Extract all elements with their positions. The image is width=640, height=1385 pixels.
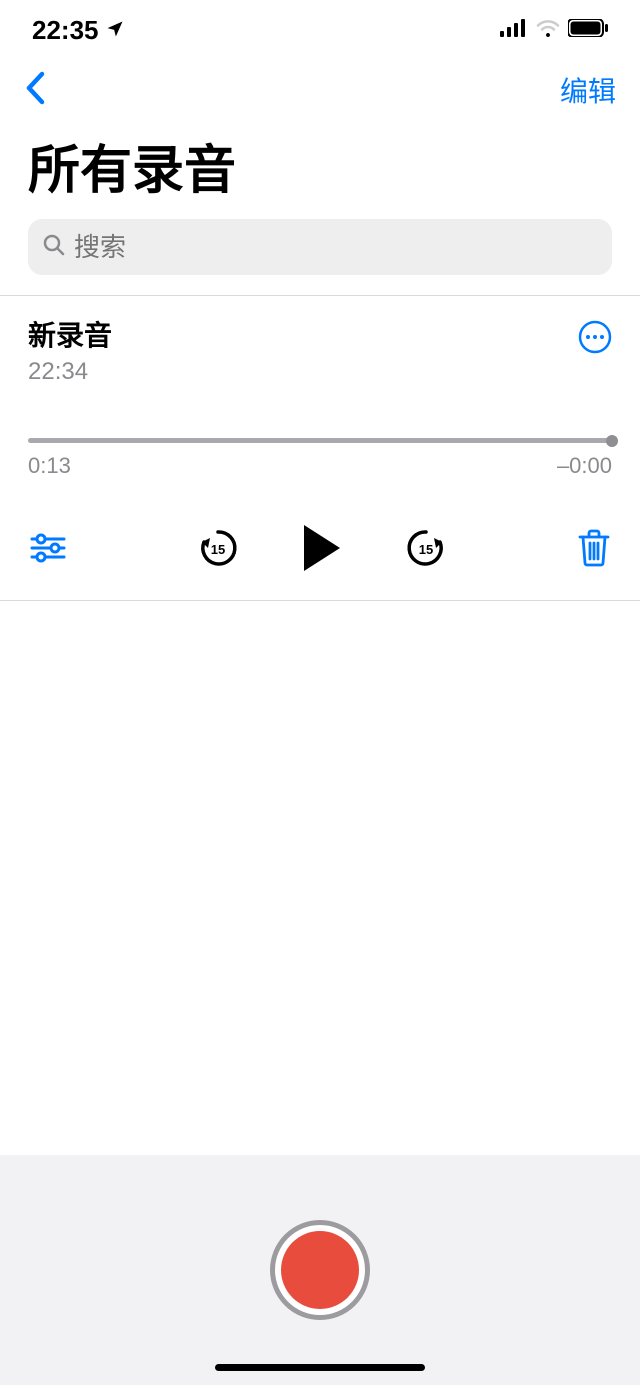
status-time: 22:35 bbox=[32, 15, 99, 46]
cellular-icon bbox=[500, 19, 528, 42]
svg-text:15: 15 bbox=[211, 542, 225, 557]
nav-bar: 编辑 bbox=[0, 60, 640, 120]
play-button[interactable] bbox=[300, 523, 344, 578]
recording-item[interactable]: 新录音 22:34 0:13 –0:00 15 15 bbox=[0, 296, 640, 600]
search-field[interactable] bbox=[28, 219, 612, 275]
record-bar bbox=[0, 1155, 640, 1385]
battery-icon bbox=[568, 19, 608, 42]
edit-button[interactable]: 编辑 bbox=[560, 70, 616, 110]
rewind-15-button[interactable]: 15 bbox=[196, 526, 240, 575]
recording-timestamp: 22:34 bbox=[28, 358, 112, 386]
wifi-icon bbox=[536, 19, 560, 42]
delete-button[interactable] bbox=[578, 529, 610, 572]
record-button[interactable] bbox=[270, 1220, 370, 1320]
svg-text:15: 15 bbox=[419, 542, 433, 557]
remaining-time: –0:00 bbox=[557, 453, 612, 479]
forward-15-button[interactable]: 15 bbox=[404, 526, 448, 575]
elapsed-time: 0:13 bbox=[28, 453, 71, 479]
back-button[interactable] bbox=[24, 70, 46, 111]
more-button[interactable] bbox=[578, 320, 612, 359]
record-inner-icon bbox=[281, 1231, 359, 1309]
page-title: 所有录音 bbox=[0, 120, 640, 219]
status-bar: 22:35 bbox=[0, 0, 640, 60]
scrubber-thumb[interactable] bbox=[606, 435, 618, 447]
playback-scrubber[interactable] bbox=[28, 438, 612, 443]
search-icon bbox=[42, 233, 66, 262]
search-input[interactable] bbox=[74, 232, 598, 263]
divider bbox=[0, 600, 640, 601]
location-icon bbox=[105, 15, 125, 46]
options-button[interactable] bbox=[30, 533, 66, 568]
recording-title: 新录音 bbox=[28, 314, 112, 354]
home-indicator[interactable] bbox=[215, 1364, 425, 1371]
